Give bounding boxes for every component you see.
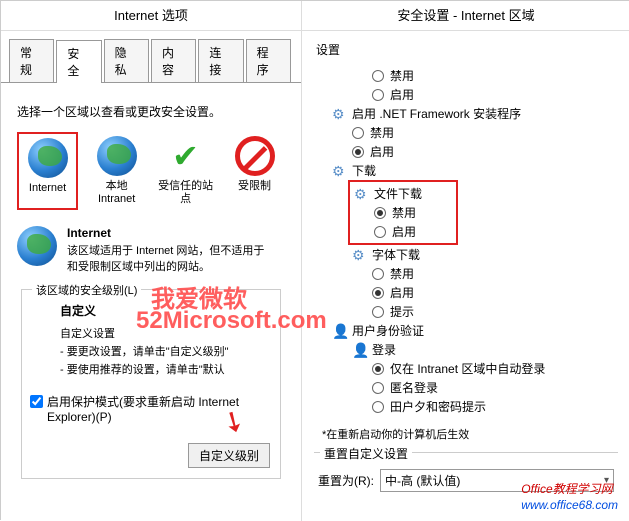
zone-info-heading: Internet [67,226,264,240]
globe-icon [28,138,68,178]
window-title: Internet 选项 [1,1,301,31]
prohibit-icon [235,136,275,176]
zone-internet[interactable]: Internet [17,132,78,210]
zone-description: 选择一个区域以查看或更改安全设置。 [17,103,285,120]
protected-mode-row: 启用保护模式(要求重新启动 Internet Explorer)(P) [30,393,272,424]
settings-tree: 禁用 启用 ⚙启用 .NET Framework 安装程序 禁用 启用 ⚙下载 … [302,62,629,420]
zone-intranet[interactable]: 本地 Intranet [86,132,147,210]
file-download-highlight: ⚙文件下载 禁用 启用 [348,180,458,245]
tab-privacy[interactable]: 隐私 [104,39,149,82]
security-level-fieldset: 该区域的安全级别(L) 自定义 自定义设置 要更改设置，请单击"自定义级别" 要… [21,289,281,479]
radio-intranet-login[interactable]: 仅在 Intranet 区域中自动登录 [372,359,629,378]
window-title: 安全设置 - Internet 区域 [302,1,629,31]
zone-list: Internet 本地 Intranet ✔ 受信任的站点 受限制 [17,132,285,210]
reset-legend: 重置自定义设置 [320,445,412,462]
tab-content[interactable]: 内容 [151,39,196,82]
zone-trusted[interactable]: ✔ 受信任的站点 [155,132,216,210]
globe-icon [97,136,137,176]
zone-restricted[interactable]: 受限制 [224,132,285,210]
radio-enable[interactable]: 启用 [374,222,452,241]
zone-info: Internet 该区域适用于 Internet 网站，但不适用于 和受限制区域… [17,226,285,275]
gear-icon: ⚙ [354,186,370,202]
radio-usecred[interactable]: 田户夕和密码提示 [372,397,629,416]
node-file-download: ⚙文件下载 [354,184,452,203]
tab-programs[interactable]: 程序 [246,39,291,82]
user-icon: 👤 [352,342,368,358]
radio-disable[interactable]: 禁用 [374,203,452,222]
zone-info-body2: 和受限制区域中列出的网站。 [67,260,264,275]
protected-mode-label: 启用保护模式(要求重新启动 Internet Explorer)(P) [47,393,272,424]
level-custom-b1: 要更改设置，请单击"自定义级别" [60,343,272,359]
globe-icon [17,226,57,266]
reset-to-label: 重置为(R): [318,472,374,489]
gear-icon: ⚙ [352,247,368,263]
node-netfx: ⚙启用 .NET Framework 安装程序 [332,104,629,123]
level-custom-title: 自定义 [60,302,272,319]
zone-info-body1: 该区域适用于 Internet 网站，但不适用于 [67,244,264,259]
level-custom-b2: 要使用推荐的设置，请单击"默认 [60,361,272,377]
user-icon: 👤 [332,323,348,339]
radio-disable[interactable]: 禁用 [352,123,629,142]
node-font-download: ⚙字体下载 [352,245,629,264]
settings-label: 设置 [302,31,629,62]
internet-options-window: Internet 选项 常规 安全 隐私 内容 连接 程序 选择一个区域以查看或… [1,1,301,521]
tab-bar: 常规 安全 隐私 内容 连接 程序 [1,31,301,83]
radio-enable[interactable]: 启用 [372,85,629,104]
level-custom-sub: 自定义设置 [60,325,272,341]
check-icon: ✔ [166,136,206,176]
tab-security[interactable]: 安全 [56,40,101,83]
node-login: 👤登录 [352,340,629,359]
security-tab-content: 选择一个区域以查看或更改安全设置。 Internet 本地 Intranet ✔… [1,83,301,499]
tab-connections[interactable]: 连接 [198,39,243,82]
radio-prompt[interactable]: 提示 [372,302,629,321]
gear-icon: ⚙ [332,163,348,179]
radio-enable[interactable]: 启用 [372,283,629,302]
node-auth: 👤用户身份验证 [332,321,629,340]
node-download: ⚙下载 [332,161,629,180]
radio-enable[interactable]: 启用 [352,142,629,161]
security-level-legend: 该区域的安全级别(L) [32,282,141,298]
custom-level-button[interactable]: 自定义级别 [188,443,270,468]
radio-disable[interactable]: 禁用 [372,66,629,85]
radio-disable[interactable]: 禁用 [372,264,629,283]
protected-mode-checkbox[interactable] [30,395,43,408]
restart-note: *在重新启动你的计算机后生效 [322,426,629,442]
watermark-footer: Office教程学习网 www.office68.com [521,480,618,514]
security-settings-window: 安全设置 - Internet 区域 设置 禁用 启用 ⚙启用 .NET Fra… [301,1,629,521]
gear-icon: ⚙ [332,106,348,122]
tab-general[interactable]: 常规 [9,39,54,82]
radio-anon-login[interactable]: 匿名登录 [372,378,629,397]
